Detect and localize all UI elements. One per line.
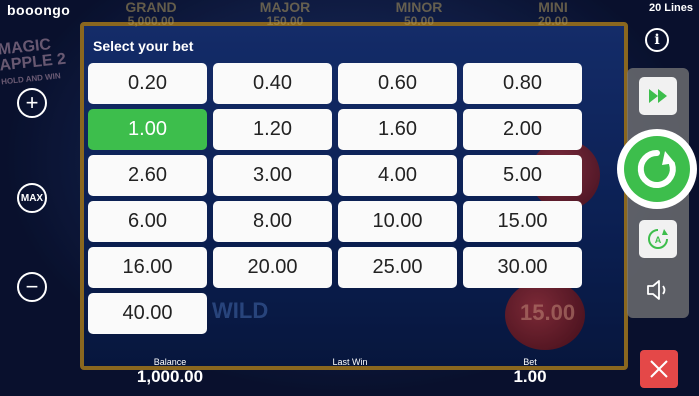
bet-option[interactable]: 6.00 xyxy=(88,201,207,242)
spin-button-inner xyxy=(624,136,690,202)
bet-option[interactable]: 8.00 xyxy=(213,201,332,242)
close-button[interactable] xyxy=(640,350,678,388)
bet-options-grid: 0.20 0.40 0.60 0.80 1.00 1.20 1.60 2.00 2.60 3.00… xyxy=(88,63,582,336)
bet-option-selected[interactable]: 1.00 xyxy=(88,109,207,150)
bet-option[interactable]: 0.80 xyxy=(463,63,582,104)
spin-button[interactable] xyxy=(617,129,697,209)
bet-display: Bet 1.00 xyxy=(480,357,580,387)
bet-option[interactable]: 5.00 xyxy=(463,155,582,196)
balance-display: Balance 1,000.00 xyxy=(120,357,220,387)
bet-label: Bet xyxy=(523,357,537,367)
bet-option[interactable]: 15.00 xyxy=(463,201,582,242)
bet-option[interactable]: 3.00 xyxy=(213,155,332,196)
bet-panel-title: Select your bet xyxy=(93,38,194,54)
balance-label: Balance xyxy=(153,357,187,367)
bet-value: 1.00 xyxy=(513,367,547,386)
lines-count: 20 Lines xyxy=(648,2,693,14)
increase-bet-button[interactable]: + xyxy=(17,88,47,118)
bet-option[interactable]: 4.00 xyxy=(338,155,457,196)
speaker-icon[interactable] xyxy=(645,277,671,303)
spin-arrow-icon xyxy=(637,149,676,188)
bet-option[interactable]: 40.00 xyxy=(88,293,207,334)
decrease-bet-button[interactable]: − xyxy=(17,272,47,302)
bet-option[interactable]: 10.00 xyxy=(338,201,457,242)
bet-option[interactable]: 30.00 xyxy=(463,247,582,288)
bet-option[interactable]: 16.00 xyxy=(88,247,207,288)
autoplay-icon: A xyxy=(648,229,668,249)
turbo-button[interactable] xyxy=(639,77,677,115)
last-win-label: Last Win xyxy=(332,357,368,367)
bet-option[interactable]: 0.40 xyxy=(213,63,332,104)
balance-value: 1,000.00 xyxy=(136,367,204,386)
bet-option[interactable]: 0.60 xyxy=(338,63,457,104)
max-bet-button[interactable]: MAX xyxy=(17,183,47,213)
bet-option[interactable]: 2.60 xyxy=(88,155,207,196)
last-win-display: Last Win xyxy=(300,357,400,367)
fast-forward-icon xyxy=(649,89,667,103)
autoplay-button[interactable]: A xyxy=(639,220,677,258)
info-button[interactable]: i xyxy=(645,28,669,52)
bet-option[interactable]: 1.60 xyxy=(338,109,457,150)
bet-option[interactable]: 25.00 xyxy=(338,247,457,288)
bet-option[interactable]: 0.20 xyxy=(88,63,207,104)
svg-text:A: A xyxy=(655,235,662,245)
bet-option[interactable]: 1.20 xyxy=(213,109,332,150)
brand-logo: booongo xyxy=(7,2,71,18)
bet-option[interactable]: 2.00 xyxy=(463,109,582,150)
close-icon xyxy=(650,360,668,378)
bet-option[interactable]: 20.00 xyxy=(213,247,332,288)
